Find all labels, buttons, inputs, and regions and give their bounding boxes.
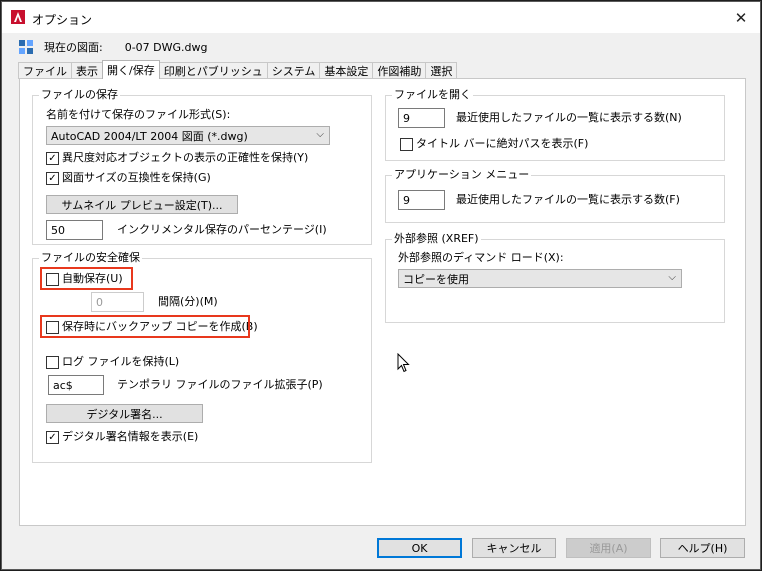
show-digital-signature-label: デジタル署名情報を表示(E) bbox=[62, 430, 199, 443]
show-digital-signature-checkbox[interactable]: ✓ bbox=[46, 431, 59, 444]
incremental-save-label: インクリメンタル保存のパーセンテージ(I) bbox=[117, 223, 327, 236]
checkmark-icon: ✓ bbox=[48, 152, 57, 164]
file-open-group: ファイルを開く 9 最近使用したファイルの一覧に表示する数(N) タイトル バー… bbox=[385, 88, 725, 161]
digital-signature-button[interactable]: デジタル署名... bbox=[46, 404, 203, 423]
help-button[interactable]: ヘルプ(H) bbox=[660, 538, 745, 558]
tab-files[interactable]: ファイル bbox=[18, 62, 72, 79]
title-bar[interactable]: オプション ✕ bbox=[2, 2, 760, 33]
current-drawing-name: 0-07 DWG.dwg bbox=[124, 40, 208, 54]
recent-files-count-input[interactable]: 9 bbox=[398, 108, 445, 128]
window-title: オプション bbox=[32, 13, 93, 27]
cancel-button[interactable]: キャンセル bbox=[472, 538, 556, 558]
drawing-file-icon bbox=[19, 40, 33, 54]
file-save-group: ファイルの保存 名前を付けて保存のファイル形式(S): AutoCAD 2004… bbox=[32, 88, 372, 245]
current-drawing-row: 現在の図面: 0-07 DWG.dwg bbox=[18, 38, 208, 56]
annotative-fidelity-checkbox[interactable]: ✓ bbox=[46, 152, 59, 165]
drawing-size-compat-label: 図面サイズの互換性を保持(G) bbox=[62, 171, 211, 184]
autosave-highlight-box bbox=[40, 267, 133, 290]
tab-drafting[interactable]: 作図補助 bbox=[372, 62, 427, 79]
thumbnail-settings-button[interactable]: サムネイル プレビュー設定(T)... bbox=[46, 195, 238, 214]
tab-plot-publish[interactable]: 印刷とパブリッシュ bbox=[158, 62, 268, 79]
autosave-interval-input[interactable]: 0 bbox=[91, 292, 144, 312]
app-menu-recent-count-label: 最近使用したファイルの一覧に表示する数(F) bbox=[456, 193, 680, 206]
autosave-interval-label: 間隔(分)(M) bbox=[158, 295, 218, 308]
incremental-save-input[interactable]: 50 bbox=[46, 220, 103, 240]
checkmark-icon: ✓ bbox=[48, 172, 57, 184]
chevron-down-icon: ⌵ bbox=[668, 272, 676, 283]
tab-strip: ファイル 表示 開く/保存 印刷とパブリッシュ システム 基本設定 作図補助 選… bbox=[18, 60, 458, 79]
recent-files-count-label: 最近使用したファイルの一覧に表示する数(N) bbox=[456, 111, 682, 124]
xref-demand-load-select[interactable]: コピーを使用 ⌵ bbox=[398, 269, 682, 288]
file-safety-group: ファイルの安全確保 自動保存(U) 0 間隔(分)(M) 保存時にバックアップ … bbox=[32, 251, 372, 463]
xref-legend: 外部参照 (XREF) bbox=[392, 232, 481, 246]
ok-button[interactable]: OK bbox=[377, 538, 462, 558]
log-file-label: ログ ファイルを保持(L) bbox=[62, 355, 180, 368]
application-menu-group: アプリケーション メニュー 9 最近使用したファイルの一覧に表示する数(F) bbox=[385, 168, 725, 223]
apply-button[interactable]: 適用(A) bbox=[566, 538, 651, 558]
tab-display[interactable]: 表示 bbox=[71, 62, 103, 79]
chevron-down-icon: ⌵ bbox=[316, 129, 324, 140]
current-drawing-label: 現在の図面: bbox=[44, 41, 103, 54]
close-button[interactable]: ✕ bbox=[726, 5, 756, 31]
autocad-logo-icon bbox=[11, 10, 25, 24]
tab-user-preferences[interactable]: 基本設定 bbox=[319, 62, 374, 79]
backup-copy-highlight-box bbox=[40, 315, 250, 338]
file-save-legend: ファイルの保存 bbox=[39, 88, 120, 102]
save-format-select[interactable]: AutoCAD 2004/LT 2004 図面 (*.dwg) ⌵ bbox=[46, 126, 330, 145]
app-menu-recent-count-input[interactable]: 9 bbox=[398, 190, 445, 210]
xref-demand-load-value: コピーを使用 bbox=[403, 272, 469, 286]
xref-demand-load-label: 外部参照のディマンド ロード(X): bbox=[398, 251, 564, 264]
close-icon: ✕ bbox=[734, 9, 748, 27]
temp-extension-input[interactable]: ac$ bbox=[48, 375, 104, 395]
drawing-size-compat-checkbox[interactable]: ✓ bbox=[46, 172, 59, 185]
full-path-title-checkbox[interactable] bbox=[400, 138, 413, 151]
save-format-label: 名前を付けて保存のファイル形式(S): bbox=[46, 108, 231, 121]
tab-selection[interactable]: 選択 bbox=[425, 62, 458, 79]
tab-system[interactable]: システム bbox=[266, 62, 321, 79]
mouse-pointer-icon bbox=[397, 353, 410, 373]
open-save-panel: ファイルの保存 名前を付けて保存のファイル形式(S): AutoCAD 2004… bbox=[19, 78, 746, 526]
file-safety-legend: ファイルの安全確保 bbox=[39, 251, 142, 265]
save-format-value: AutoCAD 2004/LT 2004 図面 (*.dwg) bbox=[51, 129, 248, 143]
file-open-legend: ファイルを開く bbox=[392, 88, 473, 102]
full-path-title-label: タイトル バーに絶対パスを表示(F) bbox=[416, 137, 589, 150]
options-dialog: オプション ✕ 現在の図面: 0-07 DWG.dwg ファイル 表示 開く/保… bbox=[1, 1, 761, 570]
log-file-checkbox[interactable] bbox=[46, 356, 59, 369]
checkmark-icon: ✓ bbox=[48, 431, 57, 443]
application-menu-legend: アプリケーション メニュー bbox=[392, 168, 532, 182]
tab-open-save[interactable]: 開く/保存 bbox=[102, 60, 160, 79]
xref-group: 外部参照 (XREF) 外部参照のディマンド ロード(X): コピーを使用 ⌵ bbox=[385, 232, 725, 323]
temp-extension-label: テンポラリ ファイルのファイル拡張子(P) bbox=[117, 378, 323, 391]
annotative-fidelity-label: 異尺度対応オブジェクトの表示の正確性を保持(Y) bbox=[62, 151, 309, 164]
